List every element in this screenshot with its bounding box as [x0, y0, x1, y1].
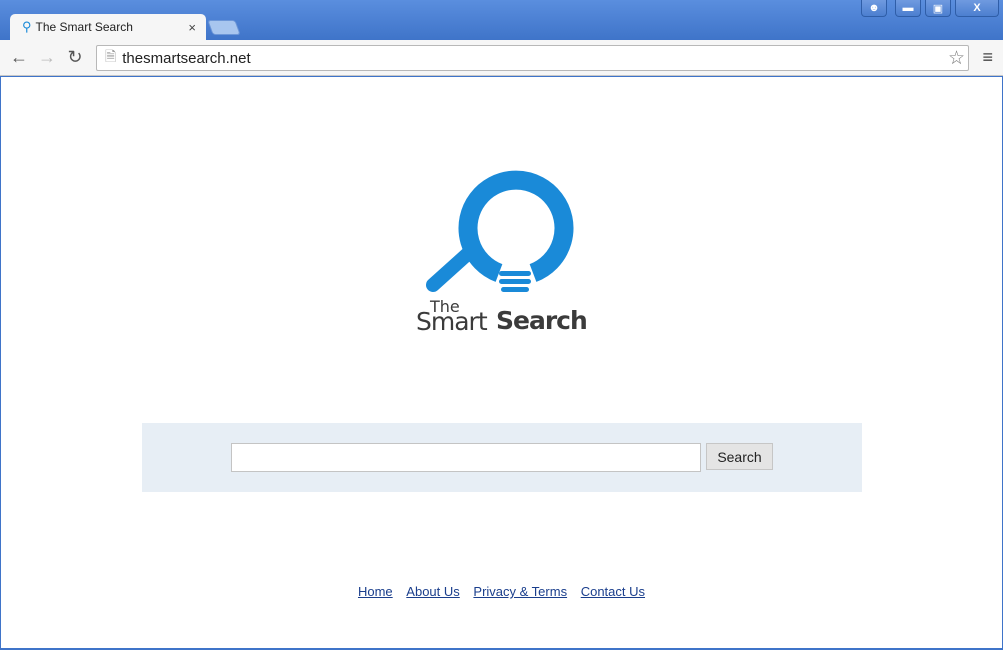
- close-tab-icon[interactable]: ×: [188, 20, 196, 35]
- search-input[interactable]: [231, 443, 701, 472]
- page-content: The Smart Search Search Home About Us Pr…: [1, 77, 1002, 648]
- footer-links: Home About Us Privacy & Terms Contact Us: [1, 584, 1002, 599]
- logo-icon: [426, 170, 574, 292]
- close-window-button[interactable]: X: [955, 0, 999, 17]
- favicon-magnifier-icon: ⚲: [22, 19, 32, 34]
- url-text: thesmartsearch.net: [122, 49, 251, 67]
- footer-link-home[interactable]: Home: [358, 584, 393, 599]
- logo-search: Search: [496, 306, 588, 335]
- tab-the-smart-search[interactable]: ⚲ The Smart Search ×: [10, 14, 206, 40]
- new-tab-button[interactable]: [207, 20, 241, 35]
- user-profile-icon[interactable]: ☻: [861, 0, 887, 17]
- maximize-button[interactable]: ▣: [925, 0, 951, 17]
- browser-window: ⚲ The Smart Search × ☻ ▬ ▣ X ← → ↻ 🗎 the…: [0, 0, 1003, 650]
- search-panel: Search: [142, 423, 862, 492]
- logo-smart: Smart: [416, 307, 488, 336]
- address-bar[interactable]: 🗎 thesmartsearch.net ☆: [96, 45, 969, 71]
- page-icon: 🗎: [105, 48, 117, 64]
- footer-link-contact-us[interactable]: Contact Us: [581, 584, 645, 599]
- minimize-button[interactable]: ▬: [895, 0, 921, 17]
- toolbar: ← → ↻ 🗎 thesmartsearch.net ☆ ≡: [0, 40, 1003, 76]
- tab-title: The Smart Search: [35, 20, 133, 34]
- bookmark-star-icon[interactable]: ☆: [948, 47, 965, 70]
- footer-link-about-us[interactable]: About Us: [406, 584, 459, 599]
- forward-arrow-icon[interactable]: →: [33, 47, 61, 68]
- back-arrow-icon[interactable]: ←: [5, 47, 33, 68]
- search-button[interactable]: Search: [706, 443, 773, 470]
- menu-icon[interactable]: ≡: [982, 47, 993, 68]
- footer-link-privacy-terms[interactable]: Privacy & Terms: [473, 584, 567, 599]
- reload-icon[interactable]: ↻: [61, 47, 89, 68]
